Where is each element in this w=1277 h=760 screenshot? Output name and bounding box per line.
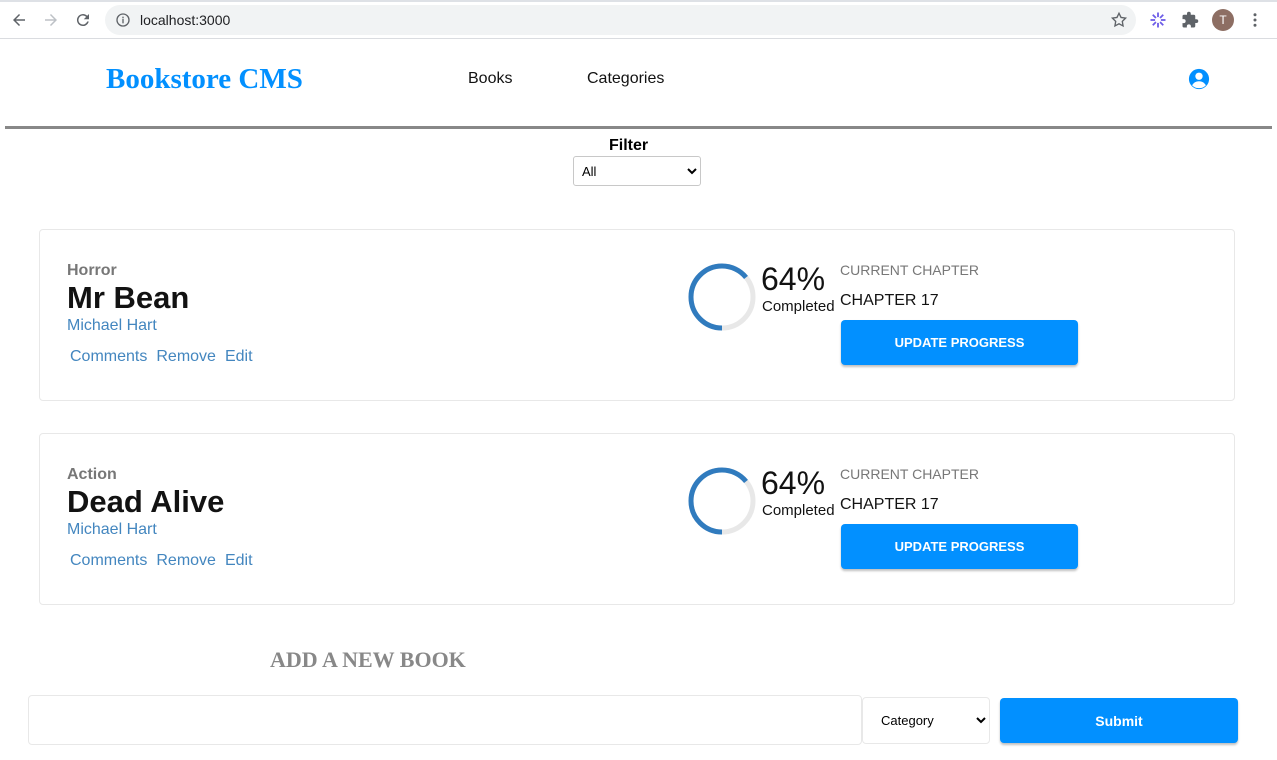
update-progress-button[interactable]: UPDATE PROGRESS: [841, 524, 1078, 569]
forward-icon[interactable]: [40, 9, 62, 31]
book-author: Michael Hart: [67, 521, 157, 538]
address-bar[interactable]: localhost:3000: [105, 5, 1136, 35]
nav-books[interactable]: Books: [468, 70, 512, 88]
browser-toolbar: localhost:3000 T: [0, 0, 1277, 39]
book-title: Mr Bean: [67, 280, 190, 315]
update-progress-button[interactable]: UPDATE PROGRESS: [841, 320, 1078, 365]
remove-button[interactable]: Remove: [156, 348, 216, 366]
edit-button[interactable]: Edit: [225, 348, 253, 366]
bookmark-star-icon[interactable]: [1110, 11, 1128, 29]
submit-button[interactable]: Submit: [1000, 698, 1238, 743]
book-actions: Comments Remove Edit: [70, 348, 253, 366]
reload-icon[interactable]: [72, 9, 94, 31]
book-title-input[interactable]: [28, 695, 862, 745]
nav-categories[interactable]: Categories: [587, 70, 664, 88]
extension-icon[interactable]: [1148, 10, 1168, 30]
add-book-title: ADD A NEW BOOK: [270, 647, 466, 672]
comments-button[interactable]: Comments: [70, 552, 147, 570]
current-chapter-label: CURRENT CHAPTER: [840, 466, 979, 482]
app-header: Bookstore CMS Books Categories: [5, 39, 1272, 129]
user-icon[interactable]: [1188, 68, 1210, 90]
current-chapter: CHAPTER 17: [840, 496, 939, 513]
back-icon[interactable]: [8, 9, 30, 31]
puzzle-extensions-icon[interactable]: [1180, 10, 1200, 30]
book-category: Horror: [67, 262, 117, 279]
book-card: Action Dead Alive Michael Hart Comments …: [39, 433, 1235, 605]
progress-percent: 64%: [761, 465, 826, 501]
info-icon[interactable]: [115, 12, 131, 28]
book-card: Horror Mr Bean Michael Hart Comments Rem…: [39, 229, 1235, 401]
edit-button[interactable]: Edit: [225, 552, 253, 570]
completed-label: Completed: [762, 298, 835, 315]
progress-percent: 64%: [761, 261, 826, 297]
book-actions: Comments Remove Edit: [70, 552, 253, 570]
remove-button[interactable]: Remove: [156, 552, 216, 570]
browser-menu-icon[interactable]: [1245, 10, 1265, 30]
tabstrip-edge: [0, 0, 1277, 2]
current-chapter-label: CURRENT CHAPTER: [840, 262, 979, 278]
url-text[interactable]: localhost:3000: [140, 12, 230, 28]
category-select[interactable]: Category: [862, 697, 990, 744]
book-author: Michael Hart: [67, 317, 157, 334]
book-category: Action: [67, 466, 117, 483]
book-title: Dead Alive: [67, 484, 225, 519]
filter-label: Filter: [609, 137, 649, 154]
profile-avatar[interactable]: T: [1212, 9, 1234, 31]
comments-button[interactable]: Comments: [70, 348, 147, 366]
brand-logo[interactable]: Bookstore CMS: [106, 63, 303, 96]
completed-label: Completed: [762, 502, 835, 519]
progress-ring: [688, 263, 756, 331]
filter-select[interactable]: All: [573, 156, 701, 186]
progress-ring: [688, 467, 756, 535]
current-chapter: CHAPTER 17: [840, 292, 939, 309]
